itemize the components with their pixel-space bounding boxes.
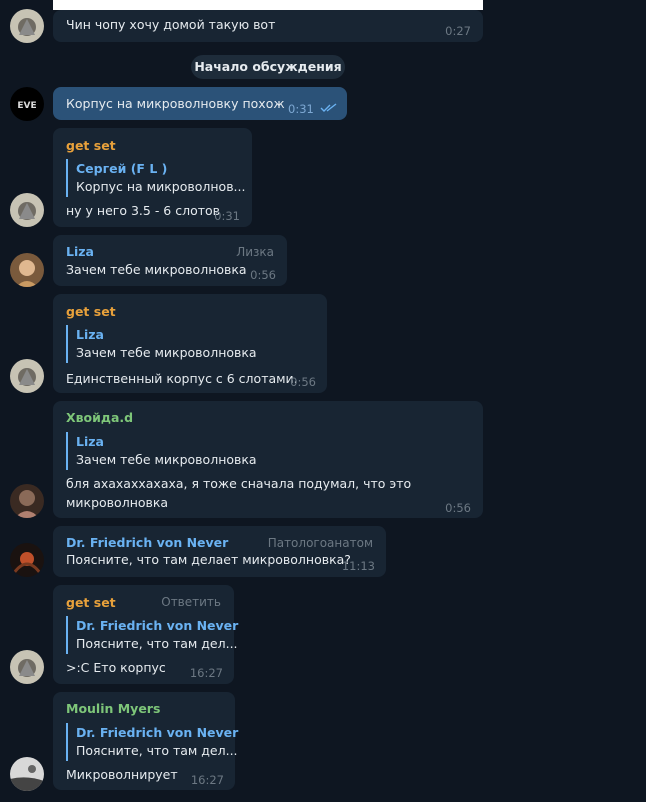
message-time: 0:56 — [445, 501, 471, 515]
avatar[interactable] — [10, 9, 44, 43]
message-text: Чин чопу хочу домой такую вот — [66, 17, 276, 32]
message-bubble[interactable]: Хвойда.d Liza Зачем тебе микроволновка б… — [53, 401, 483, 518]
avatar[interactable] — [10, 650, 44, 684]
message-text: ну у него 3.5 - 6 слотов — [66, 203, 221, 218]
message-time: 16:27 — [189, 666, 223, 680]
avatar-channel[interactable]: EVE — [10, 87, 44, 121]
quote-text: Поясните, что там дел... — [76, 636, 238, 651]
message-bubble[interactable]: Liza Лизка Зачем тебе микроволновка 0:56 — [53, 235, 287, 286]
message-time: 0:56 — [250, 268, 276, 282]
quote-text: Зачем тебе микроволновка — [76, 452, 257, 467]
avatar[interactable] — [10, 359, 44, 393]
message-text: Зачем тебе микроволновка — [66, 262, 247, 277]
quote-name: Сергей (F L ) — [76, 161, 168, 176]
message-text: Корпус на микроволновку похож — [66, 96, 285, 111]
service-message: Начало обсуждения — [191, 55, 345, 79]
message-time: 0:56 — [290, 375, 316, 389]
message-bubble-own[interactable]: Корпус на микроволновку похож 0:31 — [53, 87, 347, 120]
quote-text: Корпус на микроволнов... — [76, 179, 246, 194]
sender-name[interactable]: Liza — [66, 243, 94, 260]
quote-name: Dr. Friedrich von Never — [76, 725, 239, 740]
message-time: 0:31 — [214, 209, 240, 223]
admin-tag: Лизка — [236, 245, 274, 259]
reply-quote[interactable]: Сергей (F L ) Корпус на микроволнов... — [66, 159, 245, 197]
svg-text:EVE: EVE — [17, 101, 36, 111]
sender-name[interactable]: Хвойда.d — [66, 409, 133, 426]
quote-name: Liza — [76, 434, 104, 449]
image-preview-edge[interactable] — [53, 0, 483, 10]
reply-quote[interactable]: Dr. Friedrich von Never Поясните, что та… — [66, 616, 238, 654]
message-text: Микроволнирует — [66, 767, 178, 782]
message-text-line: микроволновка — [66, 495, 169, 510]
message-text: Поясните, что там делает микроволновка? — [66, 552, 351, 567]
sender-name[interactable]: get set — [66, 594, 116, 611]
avatar[interactable] — [10, 253, 44, 287]
double-check-icon — [320, 100, 338, 117]
reply-quote[interactable]: Liza Зачем тебе микроволновка — [66, 432, 257, 470]
avatar[interactable] — [10, 543, 44, 577]
avatar[interactable] — [10, 484, 44, 518]
quote-name: Dr. Friedrich von Never — [76, 618, 239, 633]
sender-name[interactable]: Moulin Myers — [66, 700, 160, 717]
message-time: 0:27 — [445, 24, 471, 38]
reply-button[interactable]: Ответить — [161, 594, 221, 611]
message-time: 11:13 — [341, 559, 375, 573]
sender-name[interactable]: get set — [66, 137, 116, 154]
message-time: 0:31 — [288, 102, 314, 116]
message-text-line: бля ахахаххахаха, я тоже сначала подумал… — [66, 476, 412, 491]
message-bubble[interactable]: Чин чопу хочу домой такую вот 0:27 — [53, 10, 483, 42]
message-bubble[interactable]: get set Ответить Dr. Friedrich von Never… — [53, 585, 238, 684]
reply-quote[interactable]: Liza Зачем тебе микроволновка — [66, 325, 257, 363]
sender-name[interactable]: Dr. Friedrich von Never — [66, 534, 228, 551]
message-bubble[interactable]: Dr. Friedrich von Never Патологоанатом П… — [53, 526, 386, 577]
message-time: 16:27 — [190, 773, 224, 787]
avatar[interactable] — [10, 757, 44, 791]
quote-name: Liza — [76, 327, 104, 342]
message-bubble[interactable]: get set Сергей (F L ) Корпус на микровол… — [53, 128, 252, 227]
avatar[interactable] — [10, 193, 44, 227]
message-text: Единственный корпус с 6 слотами. — [66, 371, 298, 386]
message-text: >:С Ето корпус — [66, 660, 166, 675]
reply-quote[interactable]: Dr. Friedrich von Never Поясните, что та… — [66, 723, 238, 761]
message-bubble[interactable]: get set Liza Зачем тебе микроволновка Ед… — [53, 294, 327, 393]
quote-text: Зачем тебе микроволновка — [76, 345, 257, 360]
admin-tag: Патологоанатом — [267, 536, 373, 550]
quote-text: Поясните, что там дел... — [76, 743, 238, 758]
message-bubble[interactable]: Moulin Myers Dr. Friedrich von Never Поя… — [53, 692, 238, 790]
sender-name[interactable]: get set — [66, 303, 116, 320]
